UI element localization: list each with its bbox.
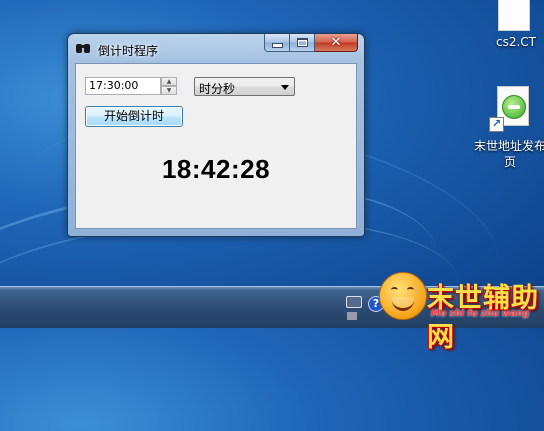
maximize-icon bbox=[296, 38, 308, 47]
countdown-window[interactable]: 倒计时程序 ✕ 17:30:00 ▲ ▼ 时分秒 开始倒计时 18:42:28 bbox=[67, 33, 365, 237]
unit-select-value: 时分秒 bbox=[199, 82, 236, 96]
countdown-display: 18:42:28 bbox=[161, 154, 271, 184]
maximize-button[interactable] bbox=[290, 34, 315, 52]
minimize-button[interactable] bbox=[264, 34, 290, 52]
tray-icon[interactable] bbox=[347, 312, 357, 320]
file-icon[interactable] bbox=[498, 0, 530, 31]
logo-mouth bbox=[392, 297, 414, 311]
binoculars-icon bbox=[76, 43, 92, 54]
title-bar[interactable]: 倒计时程序 ✕ bbox=[68, 34, 364, 63]
shortcut-arrow-icon: ↗ bbox=[489, 117, 504, 132]
time-input[interactable]: 17:30:00 bbox=[85, 77, 161, 95]
caption-buttons: ✕ bbox=[264, 34, 358, 53]
watermark-subtitle: Mo shi fu zhu wang bbox=[431, 309, 530, 319]
browser-globe-icon bbox=[502, 95, 526, 119]
window-title: 倒计时程序 bbox=[98, 44, 159, 58]
desktop-icon-label[interactable]: 末世地址发布页 bbox=[474, 138, 544, 170]
keyboard-icon[interactable] bbox=[346, 296, 362, 308]
spin-up-button[interactable]: ▲ bbox=[161, 77, 177, 86]
minimize-icon bbox=[271, 43, 283, 48]
time-spinner: ▲ ▼ bbox=[161, 77, 177, 95]
desktop-icon-label[interactable]: cs2.CT bbox=[486, 35, 544, 49]
start-countdown-button[interactable]: 开始倒计时 bbox=[85, 106, 183, 127]
smiley-logo-icon bbox=[379, 272, 427, 320]
spin-down-button[interactable]: ▼ bbox=[161, 86, 177, 95]
close-button[interactable]: ✕ bbox=[315, 34, 358, 52]
window-client-area: 17:30:00 ▲ ▼ 时分秒 开始倒计时 18:42:28 bbox=[75, 63, 357, 229]
logo-eye bbox=[391, 287, 398, 293]
close-icon: ✕ bbox=[330, 35, 342, 50]
unit-select[interactable]: 时分秒 bbox=[194, 77, 295, 96]
logo-eye bbox=[407, 287, 414, 293]
chevron-down-icon bbox=[281, 85, 289, 90]
